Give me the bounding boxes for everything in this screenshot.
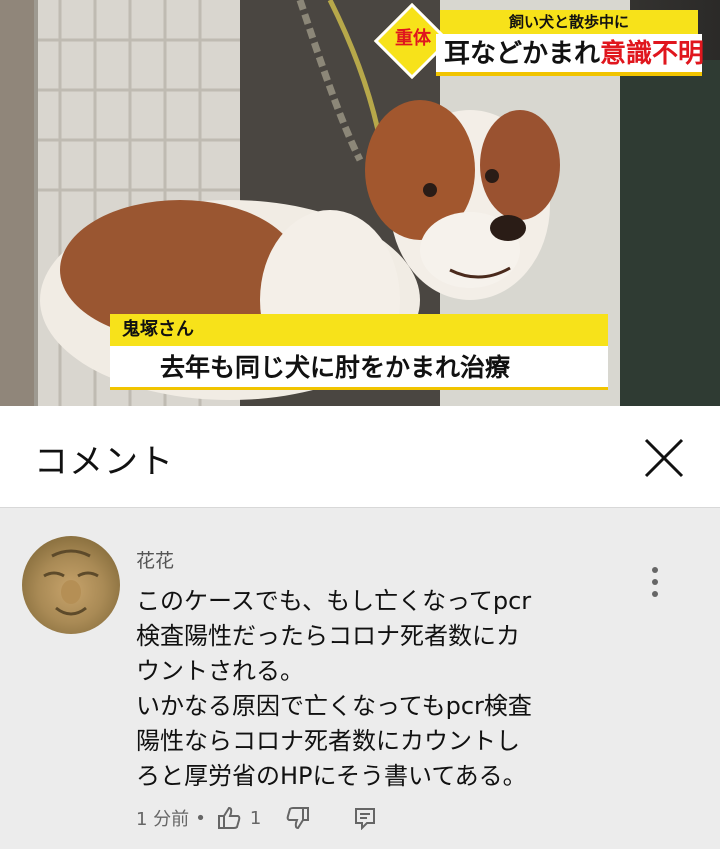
avatar-face-icon: [43, 549, 99, 616]
thumbs-down-icon: [286, 807, 310, 830]
dislike-button[interactable]: [285, 806, 311, 830]
thumbs-up-icon: [217, 806, 241, 829]
like-button[interactable]: [216, 806, 242, 830]
comments-header: コメント: [0, 406, 720, 508]
close-button[interactable]: [636, 430, 692, 486]
caption-subtitle: 去年も同じ犬に肘をかまれ治療: [110, 346, 608, 390]
caption-speaker: 鬼塚さん: [110, 314, 608, 346]
like-count: 1: [249, 807, 262, 829]
comment-timestamp: 1 分前: [136, 809, 190, 830]
video-frame[interactable]: 飼い犬と散歩中に 重体 耳などかまれ意識不明 鬼塚さん 去年も同じ犬に肘をかまれ…: [0, 0, 720, 406]
close-icon: [644, 438, 684, 478]
comment-item: 花花 このケースでも、もし亡くなってpcr 検査陽性だったらコロナ死者数にカ ウ…: [0, 508, 720, 849]
reply-icon: [355, 808, 376, 830]
reply-button[interactable]: [353, 806, 377, 830]
caption-top-tag: 飼い犬と散歩中に: [440, 10, 698, 34]
comment-author[interactable]: 花花: [136, 546, 174, 573]
avatar[interactable]: [22, 536, 120, 634]
more-options-button[interactable]: [640, 562, 670, 602]
comments-title: コメント: [34, 442, 174, 482]
comment-text: このケースでも、もし亡くなってpcr 検査陽性だったらコロナ死者数にカ ウントさ…: [136, 587, 532, 790]
more-vert-icon: [652, 567, 658, 597]
caption-headline: 耳などかまれ意識不明: [436, 34, 705, 76]
headline-highlight: 意識不明: [600, 39, 705, 69]
comment-meta: 1 分前 • 1: [136, 804, 377, 832]
headline-text: 耳などかまれ: [444, 39, 601, 69]
severity-badge: 重体: [395, 28, 431, 49]
meta-separator: •: [195, 807, 206, 829]
